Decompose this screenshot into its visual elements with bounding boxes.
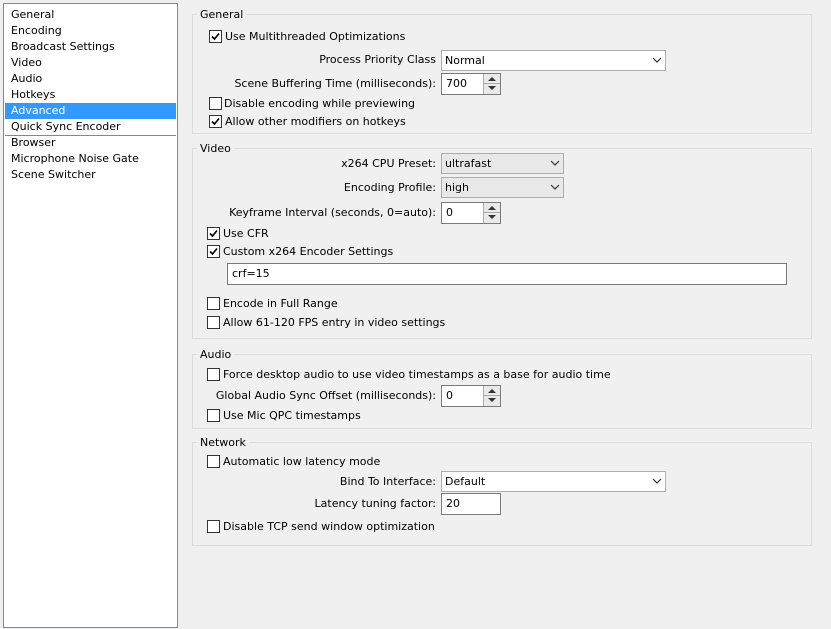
chevron-down-icon bbox=[550, 160, 560, 166]
chevron-down-icon bbox=[550, 184, 560, 190]
x264-preset-label: x264 CPU Preset: bbox=[341, 157, 436, 170]
audio-sync-offset-spinbox[interactable]: 0 bbox=[441, 385, 501, 407]
sidebar-item-encoding[interactable]: Encoding bbox=[5, 23, 176, 39]
low-latency-checkbox[interactable] bbox=[207, 455, 220, 468]
spin-down-button[interactable] bbox=[484, 213, 500, 223]
custom-x264-label: Custom x264 Encoder Settings bbox=[223, 245, 394, 258]
keyframe-interval-value: 0 bbox=[446, 206, 453, 219]
multithreaded-checkbox[interactable] bbox=[209, 30, 222, 43]
spin-up-button[interactable] bbox=[484, 386, 500, 396]
allow-modifiers-checkbox[interactable] bbox=[209, 115, 222, 128]
fps-entry-label: Allow 61-120 FPS entry in video settings bbox=[223, 316, 446, 329]
arrow-down-icon bbox=[488, 215, 496, 219]
encoding-profile-combo[interactable]: high bbox=[441, 177, 564, 198]
allow-modifiers-label: Allow other modifiers on hotkeys bbox=[225, 115, 406, 128]
use-cfr-label: Use CFR bbox=[223, 227, 269, 240]
scene-buffering-label: Scene Buffering Time (milliseconds): bbox=[234, 77, 436, 90]
chevron-down-icon bbox=[652, 478, 662, 484]
disable-tcp-label: Disable TCP send window optimization bbox=[223, 520, 435, 533]
spin-up-button[interactable] bbox=[484, 203, 500, 213]
full-range-label: Encode in Full Range bbox=[223, 297, 338, 310]
bind-interface-combo[interactable]: Default bbox=[441, 471, 666, 492]
disable-encoding-label: Disable encoding while previewing bbox=[224, 97, 416, 110]
audio-group-title: Audio bbox=[197, 348, 235, 361]
use-cfr-checkbox[interactable] bbox=[207, 227, 220, 240]
encoding-profile-value: high bbox=[445, 181, 469, 194]
arrow-up-icon bbox=[488, 206, 496, 210]
scene-buffering-value: 700 bbox=[446, 77, 467, 90]
low-latency-label: Automatic low latency mode bbox=[223, 455, 381, 468]
latency-factor-value: 20 bbox=[446, 497, 460, 510]
force-desktop-audio-checkbox[interactable] bbox=[207, 368, 220, 381]
bind-interface-label: Bind To Interface: bbox=[339, 475, 436, 488]
arrow-up-icon bbox=[488, 389, 496, 393]
sidebar-item-audio[interactable]: Audio bbox=[5, 71, 176, 87]
chevron-down-icon bbox=[652, 57, 662, 63]
x264-preset-value: ultrafast bbox=[445, 157, 492, 170]
audio-sync-offset-label: Global Audio Sync Offset (milliseconds): bbox=[215, 389, 436, 402]
sidebar-item-hotkeys[interactable]: Hotkeys bbox=[5, 87, 176, 103]
custom-x264-input[interactable]: crf=15 bbox=[227, 263, 787, 285]
full-range-checkbox[interactable] bbox=[207, 297, 220, 310]
arrow-down-icon bbox=[488, 86, 496, 90]
latency-factor-input[interactable]: 20 bbox=[441, 493, 501, 515]
general-group-title: General bbox=[197, 8, 247, 21]
spin-down-button[interactable] bbox=[484, 84, 500, 94]
video-group-title: Video bbox=[197, 142, 234, 155]
sidebar-item-scene-switcher[interactable]: Scene Switcher bbox=[5, 167, 176, 183]
force-desktop-audio-label: Force desktop audio to use video timesta… bbox=[223, 368, 611, 381]
bind-interface-value: Default bbox=[445, 475, 486, 488]
multithreaded-label: Use Multithreaded Optimizations bbox=[225, 30, 406, 43]
custom-x264-checkbox[interactable] bbox=[207, 245, 220, 258]
process-priority-label: Process Priority Class bbox=[319, 53, 436, 66]
fps-entry-checkbox[interactable] bbox=[207, 316, 220, 329]
encoding-profile-label: Encoding Profile: bbox=[343, 181, 436, 194]
network-group-title: Network bbox=[197, 436, 249, 449]
process-priority-combo[interactable]: Normal bbox=[441, 50, 666, 71]
x264-preset-combo[interactable]: ultrafast bbox=[441, 153, 564, 174]
arrow-down-icon bbox=[488, 398, 496, 402]
scene-buffering-spinbox[interactable]: 700 bbox=[441, 73, 501, 95]
arrow-up-icon bbox=[488, 77, 496, 81]
audio-sync-offset-value: 0 bbox=[446, 389, 453, 402]
sidebar-item-broadcast-settings[interactable]: Broadcast Settings bbox=[5, 39, 176, 55]
sidebar-item-microphone-noise-gate[interactable]: Microphone Noise Gate bbox=[5, 151, 176, 167]
mic-qpc-label: Use Mic QPC timestamps bbox=[223, 409, 361, 422]
sidebar-item-advanced[interactable]: Advanced bbox=[5, 103, 176, 119]
keyframe-interval-label: Keyframe Interval (seconds, 0=auto): bbox=[229, 206, 436, 219]
latency-factor-label: Latency tuning factor: bbox=[314, 497, 436, 510]
sidebar-item-browser[interactable]: Browser bbox=[5, 135, 176, 151]
settings-sidebar: General Encoding Broadcast Settings Vide… bbox=[3, 3, 178, 628]
mic-qpc-checkbox[interactable] bbox=[207, 409, 220, 422]
process-priority-value: Normal bbox=[445, 54, 485, 67]
custom-x264-value: crf=15 bbox=[232, 267, 270, 280]
spin-down-button[interactable] bbox=[484, 396, 500, 406]
keyframe-interval-spinbox[interactable]: 0 bbox=[441, 202, 501, 224]
sidebar-item-general[interactable]: General bbox=[5, 7, 176, 23]
sidebar-item-quick-sync-encoder[interactable]: Quick Sync Encoder bbox=[5, 119, 176, 135]
sidebar-item-video[interactable]: Video bbox=[5, 55, 176, 71]
spin-up-button[interactable] bbox=[484, 74, 500, 84]
disable-encoding-checkbox[interactable] bbox=[209, 97, 222, 110]
disable-tcp-checkbox[interactable] bbox=[207, 520, 220, 533]
